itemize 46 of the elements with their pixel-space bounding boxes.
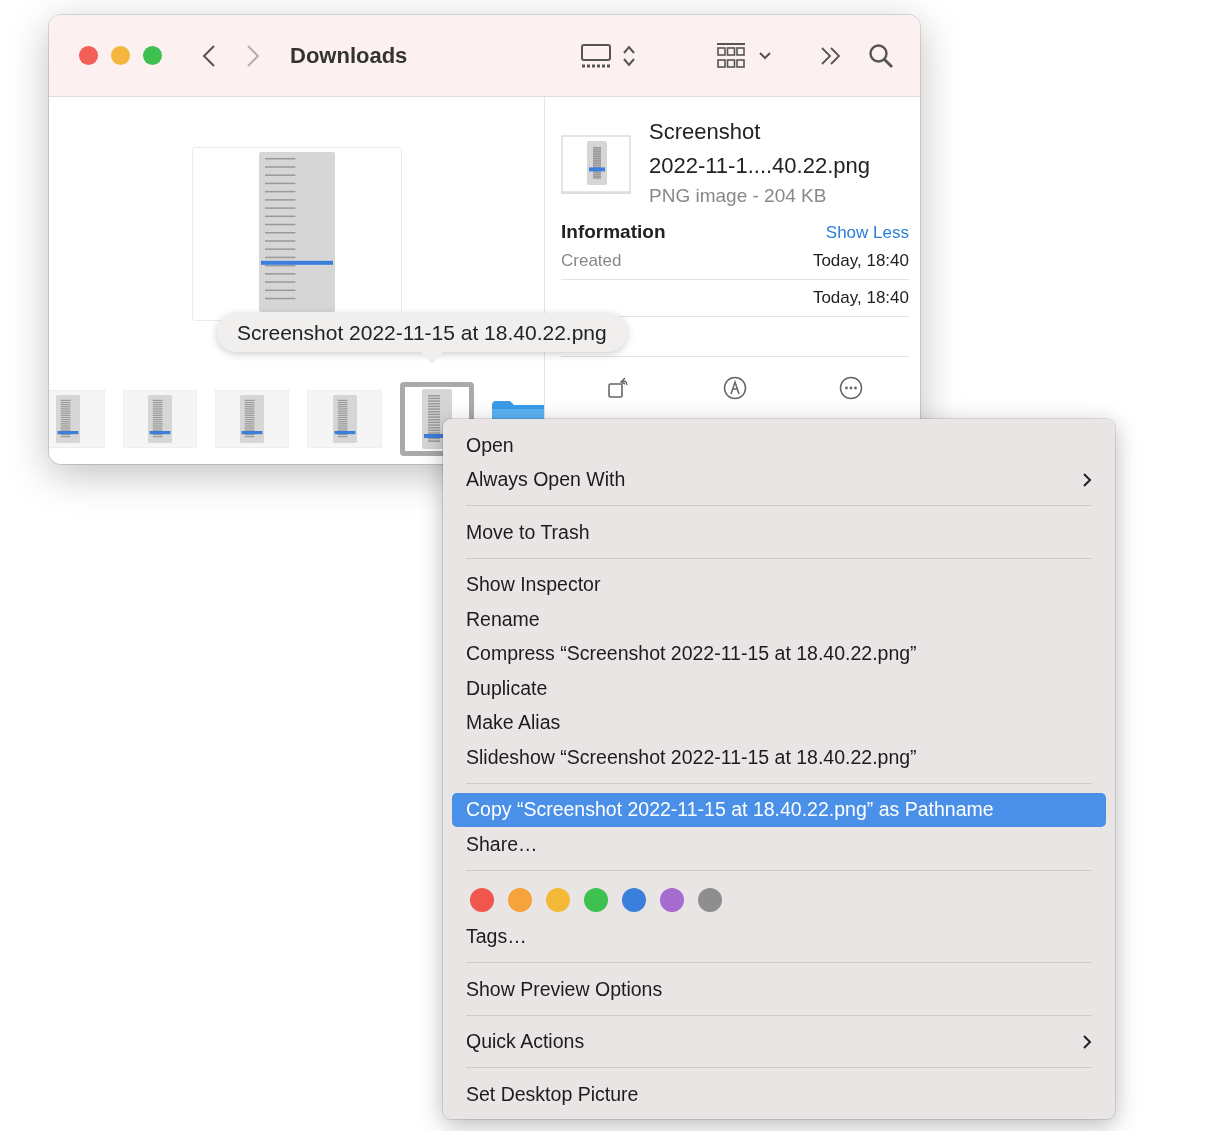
more-toolbar-icon[interactable] [820, 45, 842, 66]
back-button[interactable] [202, 43, 216, 68]
menu-item[interactable]: Make Alias [452, 705, 1106, 740]
submenu-chevron-icon [1082, 471, 1092, 488]
tag-dot[interactable] [698, 887, 722, 912]
menu-item[interactable]: Share… [452, 827, 1106, 862]
menu-item[interactable]: Duplicate [452, 671, 1106, 706]
tooltip-pointer [420, 351, 444, 365]
tag-dot[interactable] [660, 887, 684, 912]
search-icon[interactable] [868, 42, 894, 69]
file-thumbnail [561, 135, 631, 195]
gallery-view-icon[interactable] [580, 42, 612, 69]
tag-dot[interactable] [622, 887, 646, 912]
menu-item[interactable]: Open [452, 428, 1106, 463]
info-value: Today, 18:40 [812, 288, 909, 308]
menu-item[interactable]: Tags… [452, 919, 1106, 954]
zoom-button[interactable] [143, 46, 162, 65]
updown-chevron-icon[interactable] [622, 43, 636, 68]
menu-item[interactable]: Slideshow “Screenshot 2022-11-15 at 18.40.22.png” [452, 740, 1106, 775]
group-icon[interactable] [716, 41, 746, 70]
file-info: PNG image - 204 KB [649, 185, 828, 207]
more-icon[interactable] [839, 376, 863, 400]
menu-item[interactable]: Quick Actions [452, 1024, 1106, 1059]
tag-dot[interactable] [470, 887, 494, 912]
window-title: Downloads [290, 42, 408, 69]
menu-item[interactable]: Rename [452, 602, 1106, 637]
tag-dot[interactable] [584, 887, 608, 912]
tag-dot[interactable] [546, 887, 570, 912]
minimize-button[interactable] [111, 46, 130, 65]
tag-dot[interactable] [508, 887, 532, 912]
submenu-chevron-icon [1082, 1033, 1092, 1050]
menu-item[interactable]: Always Open With [452, 462, 1106, 497]
menu-item[interactable]: Show Inspector [452, 567, 1106, 602]
menu-item[interactable]: Compress “Screenshot 2022-11-15 at 18.40.22.png” [452, 636, 1106, 671]
info-value: Today, 18:40 [812, 251, 909, 271]
file-name: Screenshot 2022-11-1....40.22.png [649, 118, 871, 180]
menu-item[interactable]: Move to Trash [452, 515, 1106, 550]
markup-icon[interactable] [723, 376, 747, 400]
menu-item[interactable]: Set Desktop Picture [452, 1077, 1106, 1112]
chevron-down-icon[interactable] [758, 50, 772, 61]
show-less-link[interactable]: Show Less [825, 223, 909, 243]
close-button[interactable] [79, 46, 98, 65]
info-label: Created [561, 251, 622, 271]
section-title: Information [561, 221, 666, 243]
menu-item[interactable]: Show Preview Options [452, 972, 1106, 1007]
rotate-icon[interactable] [607, 376, 631, 400]
